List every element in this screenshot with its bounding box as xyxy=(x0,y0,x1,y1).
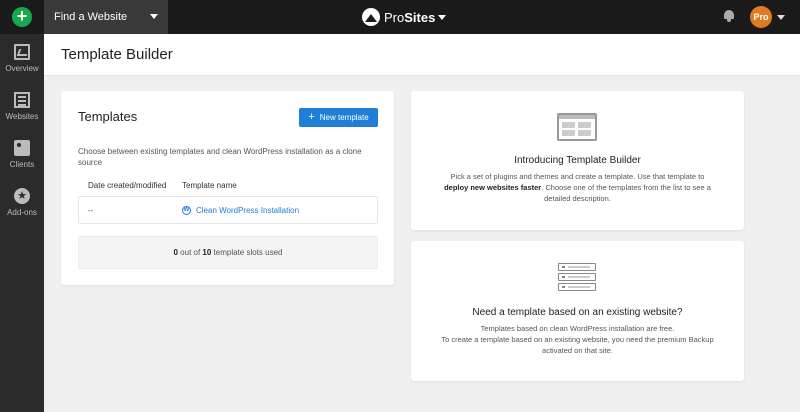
prosites-logo-icon xyxy=(362,8,380,26)
intro-heading: Introducing Template Builder xyxy=(514,155,641,166)
sidebar-item-overview[interactable]: Overview xyxy=(0,36,44,82)
template-builder-illustration-icon xyxy=(557,113,597,141)
overview-icon xyxy=(14,44,30,60)
chevron-down-icon xyxy=(438,15,446,20)
sidebar-item-clients[interactable]: Clients xyxy=(0,132,44,178)
template-slots-usage: 0 out of 10 template slots used xyxy=(78,236,378,269)
existing-website-description: Templates based on clean WordPress insta… xyxy=(441,324,714,355)
website-selector[interactable]: Find a Website xyxy=(44,0,168,34)
add-website-button[interactable]: + xyxy=(12,7,32,27)
existing-website-card: Need a template based on an existing web… xyxy=(411,241,744,381)
templates-card: Templates + New template Choose between e… xyxy=(61,91,394,285)
column-header-name: Template name xyxy=(182,181,237,190)
templates-title: Templates xyxy=(78,109,138,124)
bell-icon[interactable] xyxy=(723,9,735,22)
sidebar: Overview Websites Clients Add-ons xyxy=(0,34,44,412)
sidebar-item-websites[interactable]: Websites xyxy=(0,84,44,130)
row-date: -- xyxy=(88,206,94,215)
intro-card: Introducing Template Builder Pick a set … xyxy=(411,91,744,230)
avatar[interactable]: Pro xyxy=(750,6,772,28)
existing-website-heading: Need a template based on an existing web… xyxy=(472,307,683,318)
sidebar-item-label: Clients xyxy=(9,160,35,169)
server-illustration-icon xyxy=(558,263,596,291)
sidebar-item-label: Overview xyxy=(5,64,39,73)
addons-icon xyxy=(14,188,30,204)
sidebar-item-addons[interactable]: Add-ons xyxy=(0,180,44,226)
template-name-link[interactable]: Clean WordPress Installation xyxy=(196,206,299,215)
websites-icon xyxy=(14,92,30,108)
intro-description: Pick a set of plugins and themes and cre… xyxy=(444,172,711,203)
plus-icon: + xyxy=(308,111,315,123)
page-title: Template Builder xyxy=(61,46,173,63)
website-selector-label: Find a Website xyxy=(54,11,128,23)
column-header-date: Date created/modified xyxy=(88,181,167,190)
templates-description: Choose between existing templates and cl… xyxy=(78,147,362,167)
clients-icon xyxy=(14,140,30,156)
new-template-label: New template xyxy=(319,113,369,122)
chevron-down-icon[interactable] xyxy=(777,15,785,20)
page-header: Template Builder xyxy=(44,34,800,76)
sidebar-item-label: Websites xyxy=(5,112,39,121)
sidebar-item-label: Add-ons xyxy=(7,208,37,217)
brand-name: ProSites xyxy=(384,10,436,25)
top-bar: + Find a Website ProSites Pro xyxy=(0,0,800,34)
wordpress-icon: W xyxy=(182,206,191,215)
chevron-down-icon xyxy=(150,14,158,19)
new-template-button[interactable]: + New template xyxy=(299,108,378,127)
table-row[interactable]: -- W Clean WordPress Installation xyxy=(78,196,378,224)
